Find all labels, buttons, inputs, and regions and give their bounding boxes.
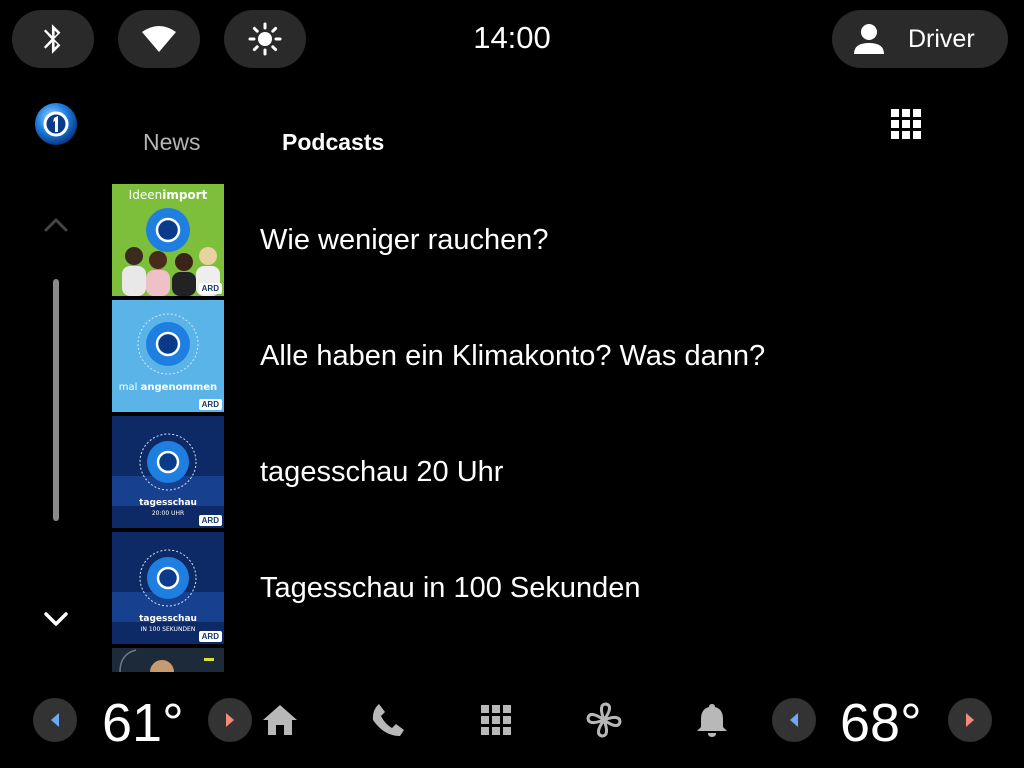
right-temp-down-button[interactable]: [772, 698, 816, 742]
person-icon: [854, 24, 884, 54]
thumb-caption: tagesschau: [139, 614, 197, 624]
podcast-thumbnail: mal angenommen ARD: [112, 300, 224, 412]
podcast-title: tagesschau 20 Uhr: [260, 455, 504, 488]
podcast-thumbnail: tagesschau IN 100 SEKUNDEN ARD: [112, 532, 224, 644]
bluetooth-button[interactable]: [12, 10, 94, 68]
list-item[interactable]: tagesschau 20:00 UHR ARD tagesschau 20 U…: [112, 416, 992, 528]
ard-badge: ARD: [198, 399, 222, 410]
wifi-button[interactable]: [118, 10, 200, 68]
scroll-up-button[interactable]: [40, 210, 72, 242]
thumb-caption: mal: [118, 382, 138, 393]
arrow-right-icon: [966, 713, 974, 727]
apps-grid-icon[interactable]: [476, 700, 516, 740]
scroll-down-button[interactable]: [40, 604, 72, 636]
brightness-icon: [248, 22, 282, 56]
podcast-thumbnail: [112, 648, 224, 672]
arrow-left-icon: [790, 713, 798, 727]
thumb-caption-bold: angenommen: [140, 382, 218, 393]
right-temp-up-button[interactable]: [948, 698, 992, 742]
home-icon[interactable]: [260, 700, 300, 740]
left-temperature: 61°: [102, 693, 184, 753]
ard-badge: ARD: [198, 283, 222, 294]
thumb-caption-bold: import: [162, 188, 208, 202]
thumb-subcaption: 20:00 UHR: [151, 510, 185, 517]
podcast-title: Alle haben ein Klimakonto? Was dann?: [260, 339, 766, 372]
list-item[interactable]: Ideenimport ARD Wie weniger rauchen?: [112, 184, 992, 296]
fan-icon[interactable]: [584, 700, 624, 740]
podcast-thumbnail: tagesschau 20:00 UHR ARD: [112, 416, 224, 528]
thumb-caption: Ideen: [128, 188, 163, 202]
tab-podcasts[interactable]: Podcasts: [282, 129, 384, 156]
left-temp-down-button[interactable]: [33, 698, 77, 742]
thumb-subcaption: IN 100 SEKUNDEN: [140, 626, 196, 633]
list-item[interactable]: tagesschau IN 100 SEKUNDEN ARD Tagesscha…: [112, 532, 992, 644]
podcast-thumbnail: Ideenimport ARD: [112, 184, 224, 296]
left-temp-up-button[interactable]: [208, 698, 252, 742]
podcast-title: Wie weniger rauchen?: [260, 223, 549, 256]
brightness-button[interactable]: [224, 10, 306, 68]
tagesschau-logo-icon[interactable]: [34, 102, 78, 146]
arrow-left-icon: [51, 713, 59, 727]
bell-icon[interactable]: [692, 700, 732, 740]
grid-icon[interactable]: [888, 106, 924, 142]
wifi-icon: [142, 26, 176, 52]
right-temperature: 68°: [840, 693, 922, 753]
ard-badge: ARD: [198, 631, 222, 642]
thumb-caption: tagesschau: [139, 498, 197, 508]
profile-label: Driver: [908, 24, 975, 53]
list-item[interactable]: mal angenommen ARD Alle haben ein Klimak…: [112, 300, 992, 412]
scrollbar[interactable]: [53, 279, 59, 521]
phone-icon[interactable]: [368, 700, 408, 740]
bluetooth-icon: [43, 24, 61, 54]
podcast-title: Tagesschau in 100 Sekunden: [260, 571, 641, 604]
list-item[interactable]: [112, 648, 992, 672]
arrow-right-icon: [226, 713, 234, 727]
profile-button[interactable]: Driver: [832, 10, 1008, 68]
ard-badge: ARD: [198, 515, 222, 526]
tab-news[interactable]: News: [143, 129, 201, 156]
